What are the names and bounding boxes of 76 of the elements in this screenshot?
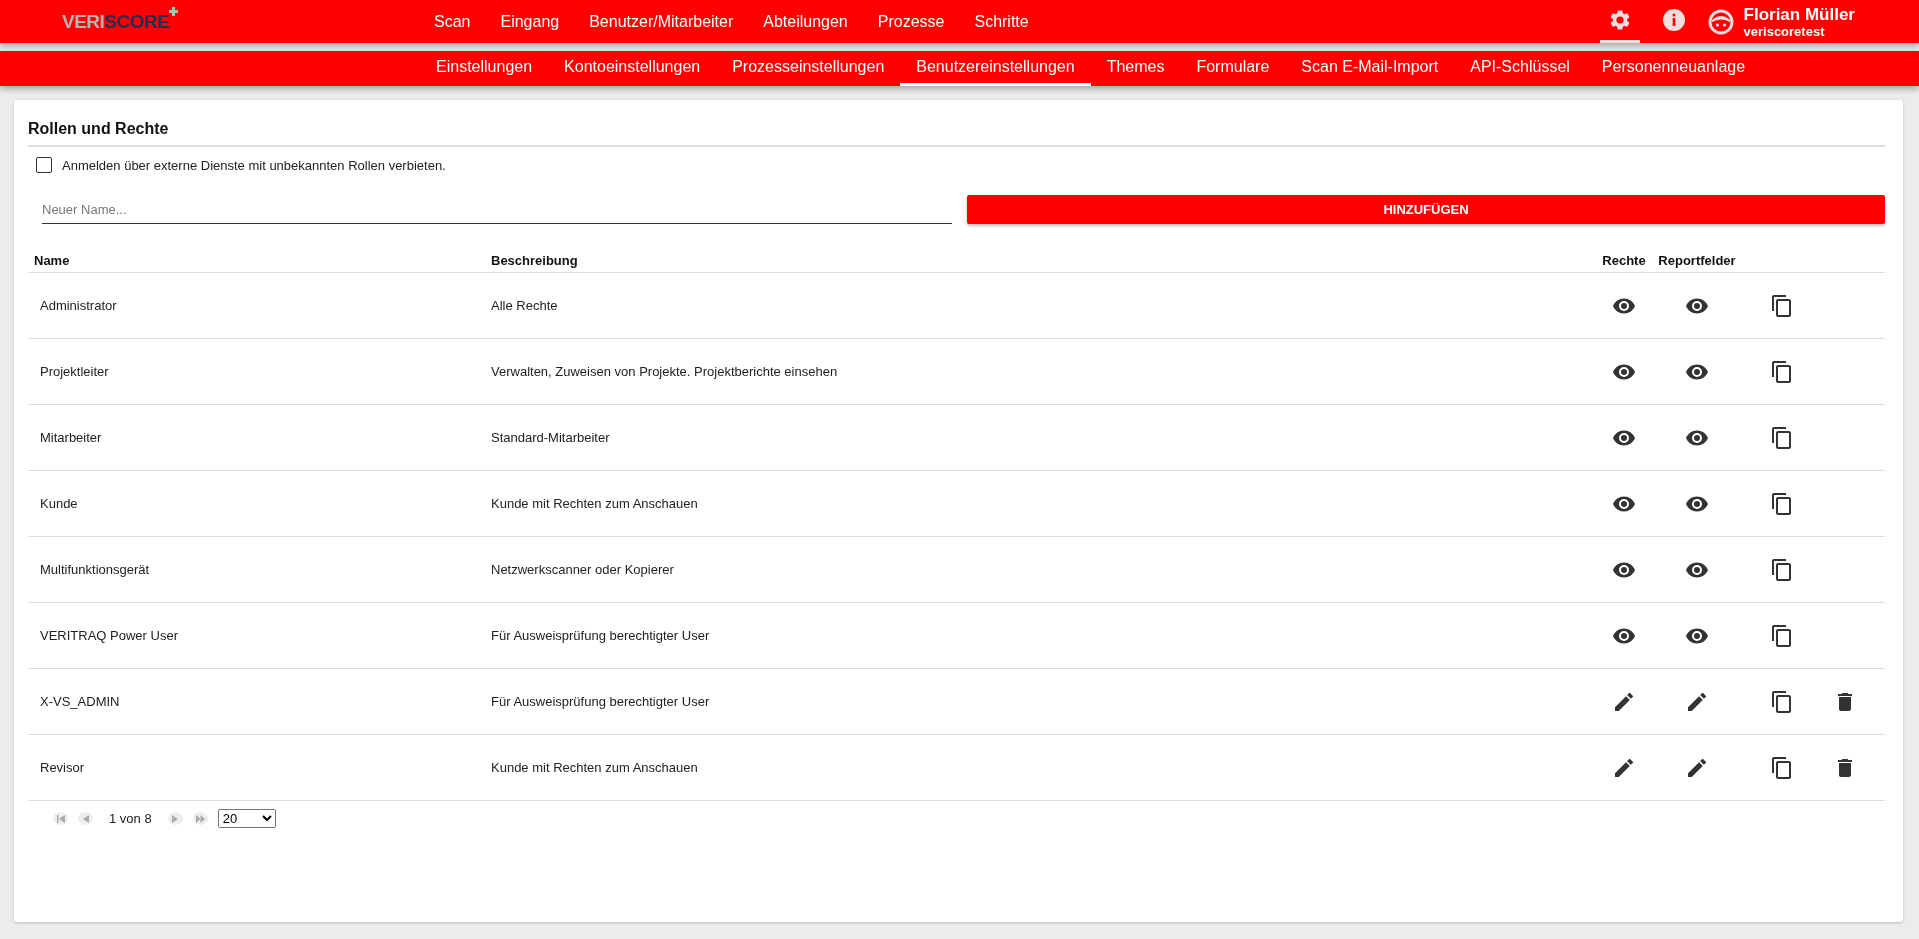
table-cell-text: VERITRAQ Power User bbox=[39, 628, 179, 643]
table-cell-text: Administrator bbox=[39, 298, 118, 313]
table-cell-text: X-VS_ADMIN bbox=[39, 694, 121, 709]
checkbox-label: Anmelden über externe Dienste mit unbekannten Rollen verbieten. bbox=[62, 157, 446, 173]
copy-icon[interactable] bbox=[1771, 690, 1791, 713]
copy-icon[interactable] bbox=[1771, 294, 1791, 317]
copy-icon[interactable] bbox=[1771, 558, 1791, 581]
eye-icon[interactable] bbox=[1686, 363, 1708, 380]
first-page-icon bbox=[56, 814, 65, 823]
copy-icon[interactable] bbox=[1771, 624, 1791, 647]
column-header: Reportfelder bbox=[1657, 252, 1737, 268]
table-cell-text: Netzwerkscanner oder Kopierer bbox=[491, 562, 675, 577]
nav-link[interactable]: Abteilungen bbox=[763, 12, 848, 31]
copy-icon[interactable] bbox=[1771, 756, 1791, 779]
column-header: Beschreibung bbox=[491, 252, 579, 268]
trash-icon[interactable] bbox=[1838, 758, 1852, 777]
eye-icon[interactable] bbox=[1613, 429, 1635, 446]
add-button[interactable]: HINZUFÜGEN bbox=[967, 195, 1885, 224]
table-cell-text: Mitarbeiter bbox=[39, 430, 103, 445]
section-title: Rollen und Rechte bbox=[28, 120, 1885, 147]
last-page-icon bbox=[195, 814, 205, 823]
settings-tab[interactable]: Formulare bbox=[1180, 51, 1286, 86]
pencil-icon[interactable] bbox=[1615, 692, 1633, 711]
table-cell-text: Kunde bbox=[39, 496, 79, 511]
settings-tab[interactable]: API-Schlüssel bbox=[1454, 51, 1586, 86]
settings-tab[interactable]: Kontoeinstellungen bbox=[548, 51, 717, 86]
page-info: 1 von 8 bbox=[109, 811, 152, 826]
copy-icon[interactable] bbox=[1771, 492, 1791, 515]
next-page-icon bbox=[171, 814, 180, 823]
table-cell-text: Projektleiter bbox=[39, 364, 110, 379]
table-cell-text: Alle Rechte bbox=[491, 298, 559, 313]
pencil-icon[interactable] bbox=[1688, 692, 1706, 711]
table-cell-text: Für Ausweisprüfung berechtigter User bbox=[491, 628, 711, 643]
eye-icon[interactable] bbox=[1686, 495, 1708, 512]
settings-tab[interactable]: Prozesseinstellungen bbox=[716, 51, 901, 86]
column-header: Rechte bbox=[1601, 252, 1647, 268]
info-icon bbox=[1661, 8, 1686, 32]
pencil-icon[interactable] bbox=[1615, 758, 1633, 777]
trash-icon[interactable] bbox=[1838, 692, 1852, 711]
eye-icon[interactable] bbox=[1613, 363, 1635, 380]
logo: VERISCORE bbox=[62, 10, 182, 33]
nav-link[interactable]: Eingang bbox=[500, 12, 560, 31]
copy-icon[interactable] bbox=[1771, 360, 1791, 383]
table-cell-text: Revisor bbox=[39, 760, 86, 775]
nav-link[interactable]: Scan bbox=[434, 12, 471, 31]
avatar-icon[interactable] bbox=[1707, 8, 1734, 35]
column-header: Name bbox=[33, 252, 71, 268]
nav-link[interactable]: Benutzer/Mitarbeiter bbox=[589, 12, 734, 31]
eye-icon[interactable] bbox=[1613, 627, 1635, 644]
previous-page-icon bbox=[81, 814, 90, 823]
page-size-select[interactable]: 20 bbox=[217, 809, 276, 828]
checkbox[interactable] bbox=[36, 157, 52, 173]
account-name: veriscoretest bbox=[1743, 24, 1826, 38]
eye-icon[interactable] bbox=[1686, 297, 1708, 314]
table-cell-text: Verwalten, Zuweisen von Projekte. Projektberichte einsehen bbox=[491, 364, 839, 379]
table-cell-text: Multifunktionsgerät bbox=[39, 562, 151, 577]
nav-link[interactable]: Prozesse bbox=[877, 12, 945, 31]
settings-tab[interactable]: Benutzereinstellungen bbox=[900, 51, 1091, 86]
copy-icon[interactable] bbox=[1771, 426, 1791, 449]
eye-icon[interactable] bbox=[1686, 561, 1708, 578]
settings-tab[interactable]: Scan E-Mail-Import bbox=[1285, 51, 1455, 86]
settings-tab[interactable]: Einstellungen bbox=[420, 51, 549, 86]
eye-icon[interactable] bbox=[1686, 429, 1708, 446]
table-cell-text: Standard-Mitarbeiter bbox=[491, 430, 611, 445]
table-cell-text: Kunde mit Rechten zum Anschauen bbox=[491, 496, 699, 511]
eye-icon[interactable] bbox=[1613, 561, 1635, 578]
settings-tab[interactable]: Themes bbox=[1090, 51, 1181, 86]
settings-tab[interactable]: Personenneuanlage bbox=[1585, 51, 1762, 86]
nav-link[interactable]: Schritte bbox=[974, 12, 1029, 31]
table-cell-text: Für Ausweisprüfung berechtigter User bbox=[491, 694, 711, 709]
eye-icon[interactable] bbox=[1613, 297, 1635, 314]
eye-icon[interactable] bbox=[1686, 627, 1708, 644]
pencil-icon[interactable] bbox=[1688, 758, 1706, 777]
table-cell-text: Kunde mit Rechten zum Anschauen bbox=[491, 760, 699, 775]
user-name: Florian Müller bbox=[1743, 5, 1855, 23]
eye-icon[interactable] bbox=[1613, 495, 1635, 512]
